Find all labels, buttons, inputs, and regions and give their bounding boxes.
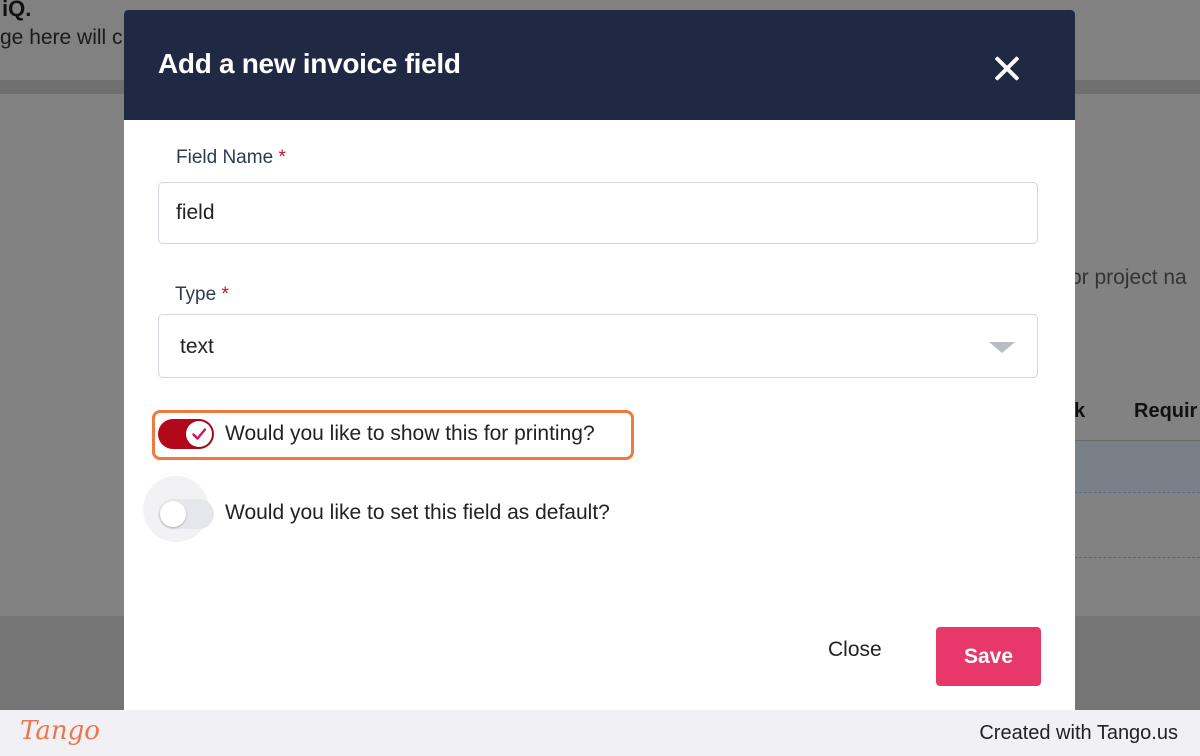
background-subtext: ge here will c xyxy=(0,26,123,49)
check-icon xyxy=(192,428,207,440)
chevron-down-icon xyxy=(989,342,1015,353)
background-column-header: k xyxy=(1074,400,1086,422)
tango-credit: Created with Tango.us xyxy=(979,722,1178,744)
type-select[interactable]: text xyxy=(158,314,1038,378)
background-project-text: or project na xyxy=(1070,266,1187,289)
type-label-text: Type xyxy=(175,284,217,305)
field-name-label: Field Name * xyxy=(176,147,286,169)
add-invoice-field-modal: Add a new invoice field Field Name * fie… xyxy=(124,10,1075,710)
tango-logo: Tango xyxy=(20,716,100,746)
background-column-header-required: Requir xyxy=(1134,400,1198,422)
save-button[interactable]: Save xyxy=(936,627,1041,686)
print-toggle[interactable] xyxy=(158,419,214,449)
tango-footer: Tango Created with Tango.us xyxy=(0,710,1200,756)
field-name-label-text: Field Name xyxy=(176,147,274,168)
modal-title: Add a new invoice field xyxy=(158,48,461,79)
required-mark: * xyxy=(221,284,229,305)
modal-header: Add a new invoice field xyxy=(124,10,1075,120)
default-toggle[interactable] xyxy=(158,499,214,529)
close-button[interactable]: Close xyxy=(828,638,882,662)
type-label: Type * xyxy=(175,284,229,306)
field-name-value: field xyxy=(176,201,215,224)
type-select-value: text xyxy=(180,335,214,358)
background-table-row xyxy=(1074,492,1200,558)
required-mark: * xyxy=(278,147,286,168)
toggle-knob xyxy=(186,421,212,447)
toggle-knob xyxy=(160,501,186,527)
background-heading: iQ. xyxy=(2,0,32,21)
default-toggle-label: Would you like to set this field as defa… xyxy=(225,501,610,524)
close-icon[interactable] xyxy=(990,52,1024,86)
print-toggle-label: Would you like to show this for printing… xyxy=(225,422,595,445)
field-name-input[interactable]: field xyxy=(158,182,1038,244)
background-table-row xyxy=(1074,440,1200,491)
